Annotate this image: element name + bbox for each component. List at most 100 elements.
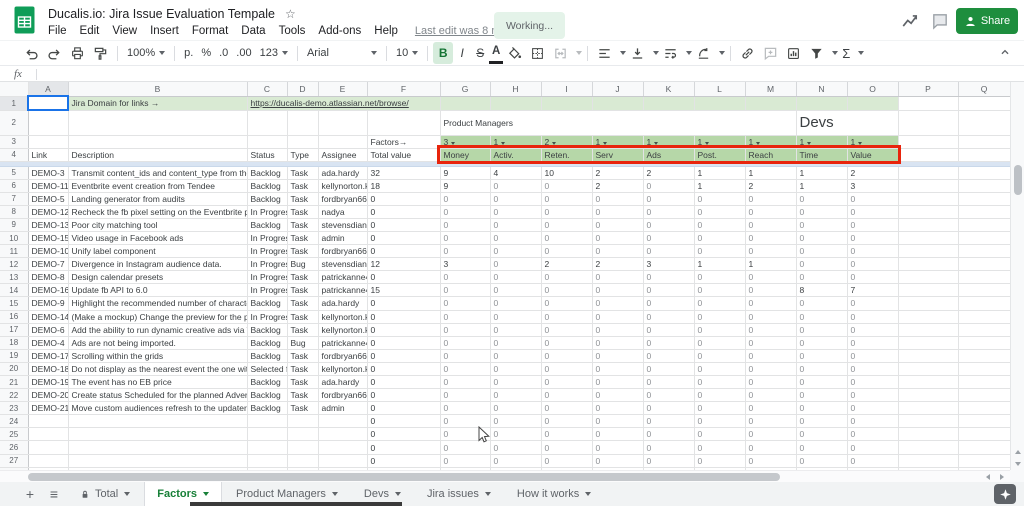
menu-data[interactable]: Data	[241, 25, 265, 37]
cell-factor[interactable]: 0	[440, 401, 491, 416]
cell-factor[interactable]: 0	[541, 323, 593, 337]
cell-factor[interactable]: 0	[643, 231, 695, 246]
column-header-G[interactable]: G	[440, 82, 491, 97]
cell-total-value[interactable]: 0	[367, 310, 441, 324]
cell-factor[interactable]: 0	[745, 375, 797, 390]
row-header-18[interactable]: 18	[0, 336, 29, 350]
cell-factor[interactable]: 0	[592, 310, 644, 324]
cell-status[interactable]: Backlog	[247, 166, 288, 180]
cell-factor[interactable]: 0	[440, 192, 491, 206]
row-header-6[interactable]: 6	[0, 179, 29, 193]
cell-factor[interactable]: 8	[795, 283, 848, 298]
cell-factor[interactable]: 0	[440, 375, 491, 390]
cell-factor[interactable]: 0	[490, 192, 542, 206]
cell-factor[interactable]: 0	[541, 440, 593, 455]
text-color-button[interactable]: A	[489, 42, 504, 64]
cell-assignee[interactable]: fordbryan660	[318, 244, 368, 259]
cell-factor[interactable]: 0	[795, 349, 848, 363]
factor-weight-dropdown[interactable]: 1	[745, 135, 797, 149]
cell-factor[interactable]: 0	[847, 192, 899, 206]
cell-factor[interactable]: 0	[541, 179, 593, 193]
cell-factor[interactable]: 4	[490, 166, 542, 180]
grid-cell[interactable]	[592, 96, 644, 111]
cell-factor[interactable]: 0	[541, 414, 593, 429]
comment-history-icon[interactable]	[928, 10, 952, 32]
cell-factor[interactable]: 0	[541, 427, 593, 442]
grid-cell[interactable]	[958, 323, 1010, 337]
cell-assignee[interactable]: nadya	[318, 205, 368, 219]
cell-factor[interactable]: 0	[694, 323, 746, 337]
grid-cell[interactable]	[958, 414, 1010, 429]
cell-total-value[interactable]: 0	[367, 440, 441, 455]
cell-factor[interactable]: 0	[745, 323, 797, 337]
cell-description[interactable]: Poor city matching tool	[68, 218, 248, 232]
cell-assignee[interactable]: patrickanne400	[318, 336, 368, 350]
cell-type[interactable]: Bug	[287, 257, 319, 272]
cell-type[interactable]: Task	[287, 375, 319, 390]
cell-assignee[interactable]: kellynorton.kelly	[318, 362, 368, 377]
grid-cell[interactable]	[958, 179, 1010, 193]
cell-factor[interactable]: 0	[694, 440, 746, 455]
cell-factor[interactable]: 0	[592, 205, 644, 219]
cell-factor[interactable]: 0	[643, 401, 695, 416]
row-header-23[interactable]: 23	[0, 401, 29, 416]
chevron-down-icon[interactable]	[858, 51, 865, 55]
grid-cell[interactable]	[490, 96, 542, 111]
grid-cell[interactable]	[796, 96, 848, 111]
cell-status[interactable]: Backlog	[247, 323, 288, 337]
cell-factor[interactable]: 0	[795, 440, 848, 455]
cell-assignee[interactable]: kellynorton.kelly	[318, 310, 368, 324]
select-all-corner[interactable]	[0, 82, 29, 97]
cell-description[interactable]: Recheck the fb pixel setting on the Even…	[68, 205, 248, 219]
cell-factor[interactable]: 0	[592, 244, 644, 259]
cell-factor[interactable]: 0	[541, 401, 593, 416]
cell-status[interactable]: Backlog	[247, 401, 288, 416]
cell-type[interactable]: Bug	[287, 336, 319, 350]
cell-factor[interactable]: 0	[795, 323, 848, 337]
cell-factor[interactable]: 0	[592, 296, 644, 311]
undo-button[interactable]	[20, 42, 43, 64]
spreadsheet-grid[interactable]: A B C D E F G H I J K L M N O P Q 1 Jira Domain for links …	[0, 82, 1010, 470]
cell-factor[interactable]: 0	[592, 401, 644, 416]
grid-cell[interactable]	[958, 296, 1010, 311]
cell-description[interactable]: Eventbrite event creation from Tendee	[68, 179, 248, 193]
cell-factor[interactable]: 0	[490, 454, 542, 468]
grid-cell[interactable]	[958, 336, 1010, 350]
cell-total-value[interactable]: 0	[367, 414, 441, 429]
row-header-21[interactable]: 21	[0, 375, 29, 390]
cell-factor[interactable]: 0	[643, 349, 695, 363]
cell-description[interactable]: Update fb API to 6.0	[68, 283, 248, 298]
column-header-A[interactable]: A	[28, 82, 69, 97]
cell-factor[interactable]: 0	[847, 349, 899, 363]
cell-link[interactable]: DEMO-17	[28, 349, 69, 363]
bold-button[interactable]: B	[433, 42, 454, 64]
cell-factor[interactable]: 0	[490, 296, 542, 311]
grid-cell[interactable]	[898, 454, 959, 468]
cell-assignee[interactable]: fordbryan660	[318, 388, 368, 403]
cell-factor[interactable]: 0	[745, 296, 797, 311]
cell-factor[interactable]: 0	[694, 401, 746, 416]
cell-factor[interactable]: 2	[643, 166, 695, 180]
cell-status[interactable]: Selected fo	[247, 362, 288, 377]
column-header-P[interactable]: P	[898, 82, 959, 97]
grid-cell[interactable]	[898, 388, 959, 403]
cell-factor[interactable]: 0	[643, 323, 695, 337]
cell-factor[interactable]: 0	[745, 231, 797, 246]
cell-status[interactable]: Backlog	[247, 179, 288, 193]
cell-link[interactable]: DEMO-6	[28, 323, 69, 337]
cell-factor[interactable]: 0	[745, 205, 797, 219]
cell-factor[interactable]: 10	[541, 166, 593, 180]
cell-factor[interactable]: 0	[745, 401, 797, 416]
functions-button[interactable]: Σ	[838, 42, 854, 64]
cell-factor[interactable]: 0	[795, 257, 848, 272]
column-header-D[interactable]: D	[287, 82, 319, 97]
grid-cell[interactable]	[958, 310, 1010, 324]
spreadsheet-stats-icon[interactable]	[898, 10, 922, 32]
menu-format[interactable]: Format	[192, 25, 228, 37]
grid-cell[interactable]	[958, 96, 1010, 111]
cell-type[interactable]	[287, 427, 319, 442]
cell-factor[interactable]: 0	[745, 310, 797, 324]
cell-link[interactable]: DEMO-8	[28, 270, 69, 285]
factor-weight-dropdown[interactable]: 1	[694, 135, 746, 149]
text-rotation-icon[interactable]	[692, 42, 715, 64]
